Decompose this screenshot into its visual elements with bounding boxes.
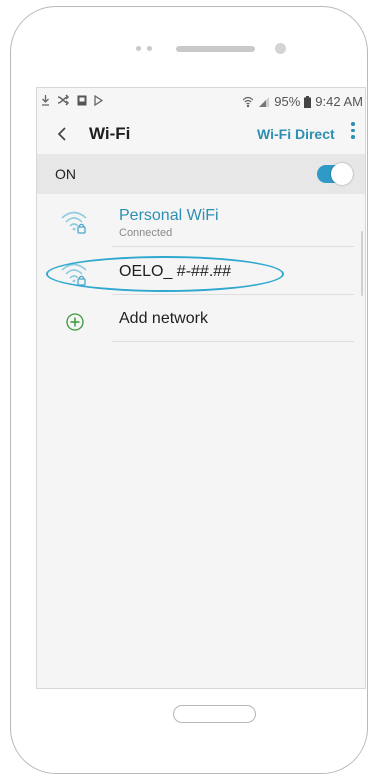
scrollbar[interactable]	[361, 231, 363, 296]
more-options-icon[interactable]	[350, 122, 356, 144]
wifi-toggle-row[interactable]: ON	[37, 154, 365, 194]
wifi-signal-icon	[242, 96, 254, 107]
shuffle-icon	[57, 94, 70, 106]
wifi-toggle-label: ON	[55, 166, 76, 182]
wifi-locked-icon	[61, 211, 87, 234]
battery-icon	[304, 95, 312, 108]
clock: 9:42 AM	[315, 94, 363, 109]
network-status: Connected	[119, 227, 173, 239]
front-camera	[275, 43, 286, 54]
add-network-item[interactable]: Add network	[37, 294, 365, 344]
page-title: Wi-Fi	[89, 124, 131, 143]
toolbar: Wi-Fi Wi-Fi Direct	[37, 114, 365, 154]
notification-box-icon	[77, 95, 87, 105]
play-store-icon	[94, 94, 103, 106]
wifi-settings-screen: 95% 9:42 AM Wi-Fi Wi-Fi Direct ON Person…	[36, 87, 366, 689]
battery-percent: 95%	[274, 94, 301, 109]
system-status: 95% 9:42 AM	[242, 94, 363, 109]
download-icon	[42, 95, 49, 106]
sensor-dots	[136, 46, 152, 51]
plus-circle-icon	[66, 313, 84, 331]
toggle-thumb	[331, 163, 353, 185]
wifi-toggle-switch[interactable]	[317, 163, 353, 185]
sensor-dot	[136, 46, 141, 51]
divider	[112, 341, 354, 342]
network-name: Personal WiFi	[119, 207, 219, 224]
highlight-ellipse	[46, 256, 284, 292]
cell-signal-icon	[259, 96, 270, 107]
add-network-label: Add network	[119, 310, 208, 327]
home-button[interactable]	[173, 705, 256, 723]
back-arrow-icon[interactable]	[55, 126, 69, 142]
divider	[112, 246, 354, 247]
notification-icons	[41, 94, 103, 106]
sensor-dot	[147, 46, 152, 51]
wifi-direct-button[interactable]: Wi-Fi Direct	[257, 126, 335, 142]
status-bar: 95% 9:42 AM	[37, 88, 365, 114]
earpiece-speaker	[176, 46, 255, 52]
network-item-personal-wifi[interactable]: Personal WiFi Connected	[37, 194, 365, 244]
